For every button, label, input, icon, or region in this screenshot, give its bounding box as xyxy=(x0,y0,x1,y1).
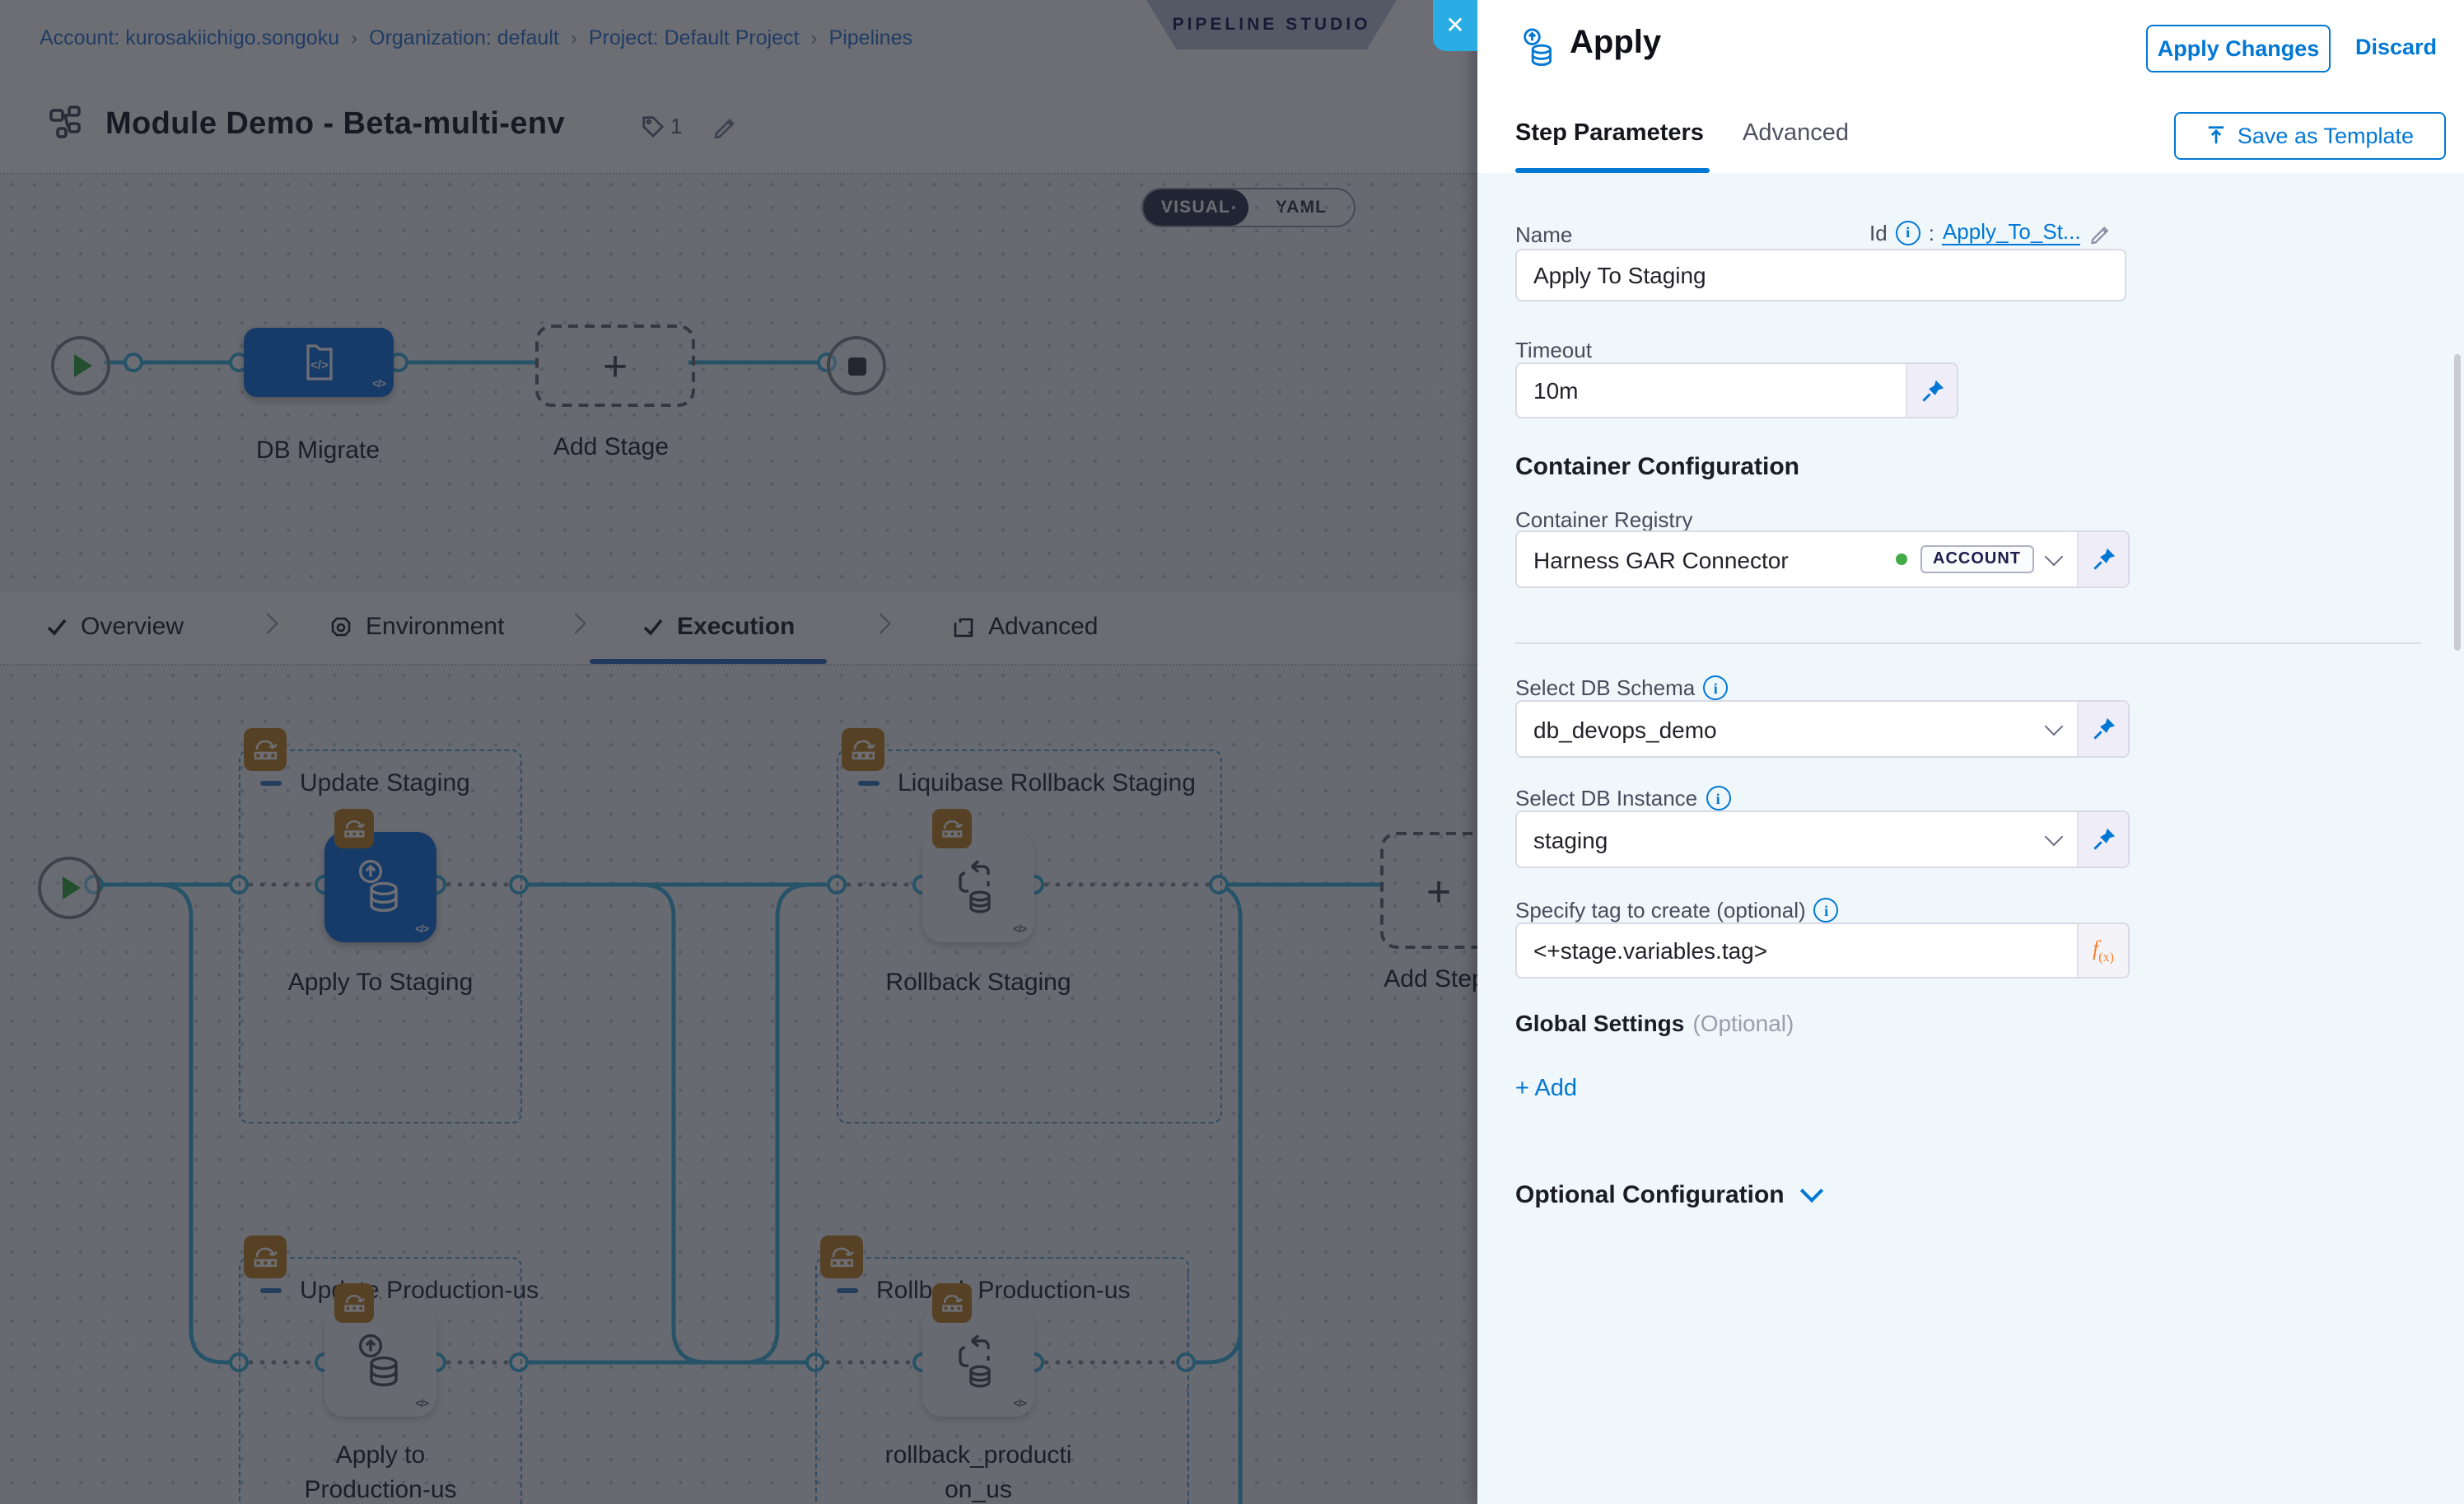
tag-to-create-label-text: Specify tag to create (optional) xyxy=(1515,898,1806,922)
active-tab-underline xyxy=(1515,167,1710,173)
app-root: Account: kurosakiichigo.songoku›Organiza… xyxy=(0,0,2464,1504)
chevron-down-icon[interactable] xyxy=(2045,827,2064,846)
timeout-input[interactable] xyxy=(1533,364,1889,417)
db-schema-select[interactable]: db_devops_demo xyxy=(1517,702,2077,756)
drawer-content: Name Id i : Apply_To_St... Timeout xyxy=(1477,173,2464,1504)
db-schema-label-text: Select DB Schema xyxy=(1515,675,1695,700)
db-schema-value: db_devops_demo xyxy=(1533,716,2034,742)
timeout-field-group xyxy=(1515,362,1958,418)
pin-icon xyxy=(2091,547,2116,572)
tag-field xyxy=(1517,924,2077,977)
drawer-backdrop[interactable] xyxy=(0,0,1477,1504)
apply-changes-label: Apply Changes xyxy=(2158,36,2320,61)
db-schema-field-group: db_devops_demo xyxy=(1515,700,2130,758)
tag-input[interactable] xyxy=(1533,924,2060,977)
save-as-template-button[interactable]: Save as Template xyxy=(2174,112,2446,160)
db-instance-label-text: Select DB Instance xyxy=(1515,786,1697,810)
chevron-down-icon[interactable] xyxy=(2045,717,2064,736)
runtime-pin-button[interactable] xyxy=(2077,812,2128,866)
pin-icon xyxy=(2091,717,2116,741)
container-registry-field-group: Harness GAR Connector ACCOUNT xyxy=(1515,530,2130,588)
connector-status-dot xyxy=(1895,553,1906,565)
global-settings-row: Global Settings (Optional) xyxy=(1515,1010,1794,1036)
save-as-template-label: Save as Template xyxy=(2238,124,2414,148)
apply-step-icon xyxy=(1519,26,1560,71)
timeout-field xyxy=(1517,364,1906,417)
close-icon: ✕ xyxy=(1445,12,1464,40)
close-drawer-button[interactable]: ✕ xyxy=(1433,0,1477,51)
optional-configuration-label: Optional Configuration xyxy=(1515,1181,1785,1209)
container-registry-value: Harness GAR Connector xyxy=(1533,546,1882,572)
container-registry-select[interactable]: Harness GAR Connector ACCOUNT xyxy=(1517,532,2077,586)
chevron-down-icon xyxy=(1800,1179,1823,1203)
drawer-tabs: Step Parameters Advanced Save as Templat… xyxy=(1477,94,2464,175)
id-separator: : xyxy=(1929,220,1934,245)
name-field-wrap xyxy=(1515,249,2126,301)
edit-id-icon[interactable] xyxy=(2089,221,2112,244)
drawer-title: Apply xyxy=(1570,25,1661,63)
id-label: Id xyxy=(1869,220,1888,245)
chevron-down-icon[interactable] xyxy=(2045,547,2064,566)
expression-fx-button[interactable]: f(x) xyxy=(2077,924,2128,977)
db-schema-label: Select DB Schema i xyxy=(1515,675,1728,700)
db-instance-field-group: staging xyxy=(1515,810,2130,868)
add-global-setting-link[interactable]: + Add xyxy=(1515,1076,1577,1102)
info-icon[interactable]: i xyxy=(1706,786,1730,810)
global-settings-optional: (Optional) xyxy=(1692,1010,1794,1036)
db-instance-select[interactable]: staging xyxy=(1517,812,2077,866)
runtime-pin-button[interactable] xyxy=(2077,532,2128,586)
drawer-header: Apply Apply Changes Discard xyxy=(1477,0,2464,96)
db-instance-value: staging xyxy=(1533,826,2034,852)
tag-to-create-label: Specify tag to create (optional) i xyxy=(1515,898,1839,922)
discard-button[interactable]: Discard xyxy=(2355,35,2437,59)
pin-icon xyxy=(2091,827,2116,852)
info-icon[interactable]: i xyxy=(1896,220,1920,245)
container-configuration-heading: Container Configuration xyxy=(1515,453,1799,481)
info-icon[interactable]: i xyxy=(1703,675,1728,700)
tag-field-group: f(x) xyxy=(1515,922,2130,979)
scope-badge: ACCOUNT xyxy=(1920,545,2034,573)
tab-step-parameters[interactable]: Step Parameters xyxy=(1515,120,1704,147)
step-config-drawer: Apply Apply Changes Discard Step Paramet… xyxy=(1477,0,2464,1504)
step-id-row: Id i : Apply_To_St... xyxy=(1869,219,2112,245)
global-settings-label: Global Settings xyxy=(1515,1010,1684,1036)
step-id-link[interactable]: Apply_To_St... xyxy=(1943,219,2081,245)
name-label: Name xyxy=(1515,222,1572,247)
runtime-pin-button[interactable] xyxy=(2077,702,2128,756)
upload-template-icon xyxy=(2206,125,2228,147)
pipeline-studio-pane: Account: kurosakiichigo.songoku›Organiza… xyxy=(0,0,1477,1504)
db-instance-label: Select DB Instance i xyxy=(1515,786,1730,810)
drawer-scrollbar[interactable] xyxy=(2454,354,2461,651)
info-icon[interactable]: i xyxy=(1814,898,1839,922)
tab-advanced[interactable]: Advanced xyxy=(1743,120,1849,147)
container-registry-label: Container Registry xyxy=(1515,507,1692,532)
name-input[interactable] xyxy=(1515,249,2126,301)
fx-icon: f(x) xyxy=(2093,936,2114,965)
section-divider xyxy=(1515,642,2421,644)
optional-configuration-toggle[interactable]: Optional Configuration xyxy=(1515,1181,1821,1209)
runtime-pin-button[interactable] xyxy=(1906,364,1957,417)
pin-icon xyxy=(1920,378,1944,403)
timeout-label: Timeout xyxy=(1515,338,1592,362)
apply-changes-button[interactable]: Apply Changes xyxy=(2146,25,2331,72)
